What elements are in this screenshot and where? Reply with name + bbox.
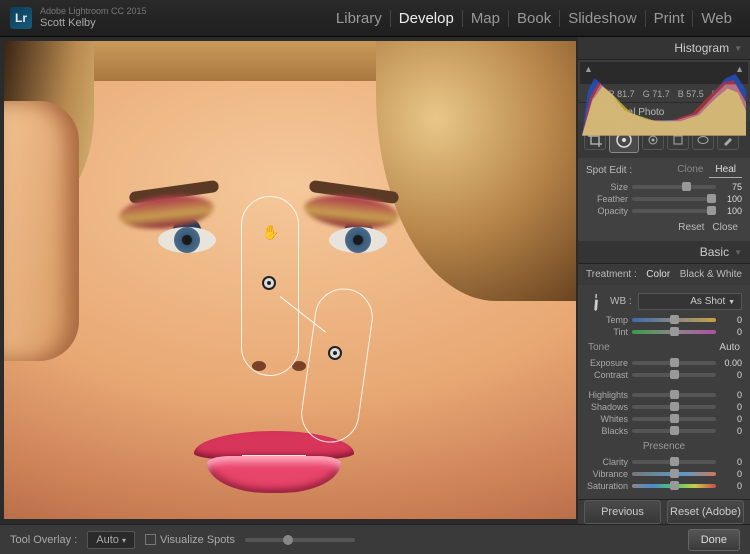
histogram-header[interactable]: Histogram ▼ — [578, 37, 750, 60]
previous-button[interactable]: Previous — [584, 500, 661, 524]
photo-canvas[interactable]: ✋ — [4, 41, 576, 519]
blacks-slider[interactable] — [632, 429, 716, 433]
temp-slider[interactable] — [632, 318, 716, 322]
basic-header[interactable]: Basic ▼ — [578, 241, 750, 264]
spot-pin-destination[interactable] — [328, 346, 342, 360]
vibrance-slider[interactable] — [632, 472, 716, 476]
treatment-color[interactable]: Color — [646, 269, 670, 280]
tint-slider[interactable] — [632, 330, 716, 334]
module-map[interactable]: Map — [463, 10, 509, 27]
highlights-slider[interactable] — [632, 393, 716, 397]
exposure-slider[interactable] — [632, 361, 716, 365]
eyedropper-icon[interactable] — [582, 288, 607, 313]
module-picker: Library Develop Map Book Slideshow Print… — [328, 10, 740, 27]
mode-heal[interactable]: Heal — [709, 162, 742, 178]
right-panel: Histogram▼ ▲ ▲ R 81.7 G 71.7 B 57.5 % Or… — [578, 37, 750, 524]
tool-overlay-label: Tool Overlay : — [10, 534, 77, 546]
spot-edit-section: Spot Edit : Clone Heal Size75 Feather100… — [578, 158, 750, 241]
visualize-spots-toggle[interactable]: Visualize Spots — [145, 534, 235, 546]
histogram-title: Histogram — [674, 41, 729, 55]
tool-options-bar: Tool Overlay : Auto ▾ Visualize Spots Do… — [0, 524, 750, 554]
chevron-down-icon: ▼ — [734, 248, 742, 257]
histogram-display[interactable]: ▲ ▲ — [580, 62, 748, 84]
reset-button[interactable]: Reset (Adobe) — [667, 500, 744, 524]
feather-slider[interactable] — [632, 197, 716, 201]
top-bar: Lr Adobe Lightroom CC 2015 Scott Kelby L… — [0, 0, 750, 37]
app-meta: Adobe Lightroom CC 2015 Scott Kelby — [40, 7, 147, 29]
tone-auto-button[interactable]: Auto — [719, 342, 740, 353]
clarity-slider[interactable] — [632, 460, 716, 464]
user-name: Scott Kelby — [40, 17, 147, 29]
contrast-slider[interactable] — [632, 373, 716, 377]
spot-destination-region[interactable] — [297, 285, 376, 447]
treatment-row: Treatment : Color Black & White — [578, 264, 750, 285]
saturation-slider[interactable] — [632, 484, 716, 488]
app-title: Adobe Lightroom CC 2015 — [40, 7, 147, 17]
opacity-slider[interactable] — [632, 209, 716, 213]
treatment-bw[interactable]: Black & White — [680, 269, 742, 280]
spot-pin-source[interactable] — [262, 276, 276, 290]
module-library[interactable]: Library — [328, 10, 391, 27]
whites-slider[interactable] — [632, 417, 716, 421]
module-print[interactable]: Print — [646, 10, 694, 27]
shadows-slider[interactable] — [632, 405, 716, 409]
mode-clone[interactable]: Clone — [671, 162, 709, 178]
spot-reset-button[interactable]: Reset — [678, 222, 704, 233]
wb-select[interactable]: As Shot ▼ — [638, 293, 742, 310]
module-develop[interactable]: Develop — [391, 10, 463, 27]
done-button[interactable]: Done — [688, 529, 740, 551]
basic-title: Basic — [700, 245, 729, 259]
visualize-threshold-slider[interactable] — [245, 538, 355, 542]
panel-footer: Previous Reset (Adobe) — [578, 499, 750, 524]
hand-cursor-icon: ✋ — [262, 224, 278, 240]
size-slider[interactable] — [632, 185, 716, 189]
app-logo: Lr — [10, 7, 32, 29]
canvas-area: ✋ — [0, 37, 578, 524]
chevron-down-icon: ▼ — [734, 44, 742, 53]
spot-edit-label: Spot Edit : — [586, 165, 632, 176]
module-book[interactable]: Book — [509, 10, 560, 27]
spot-close-button[interactable]: Close — [712, 222, 738, 233]
tool-overlay-select[interactable]: Auto ▾ — [87, 531, 135, 549]
module-slideshow[interactable]: Slideshow — [560, 10, 645, 27]
module-web[interactable]: Web — [693, 10, 740, 27]
checkbox-icon[interactable] — [145, 534, 156, 545]
